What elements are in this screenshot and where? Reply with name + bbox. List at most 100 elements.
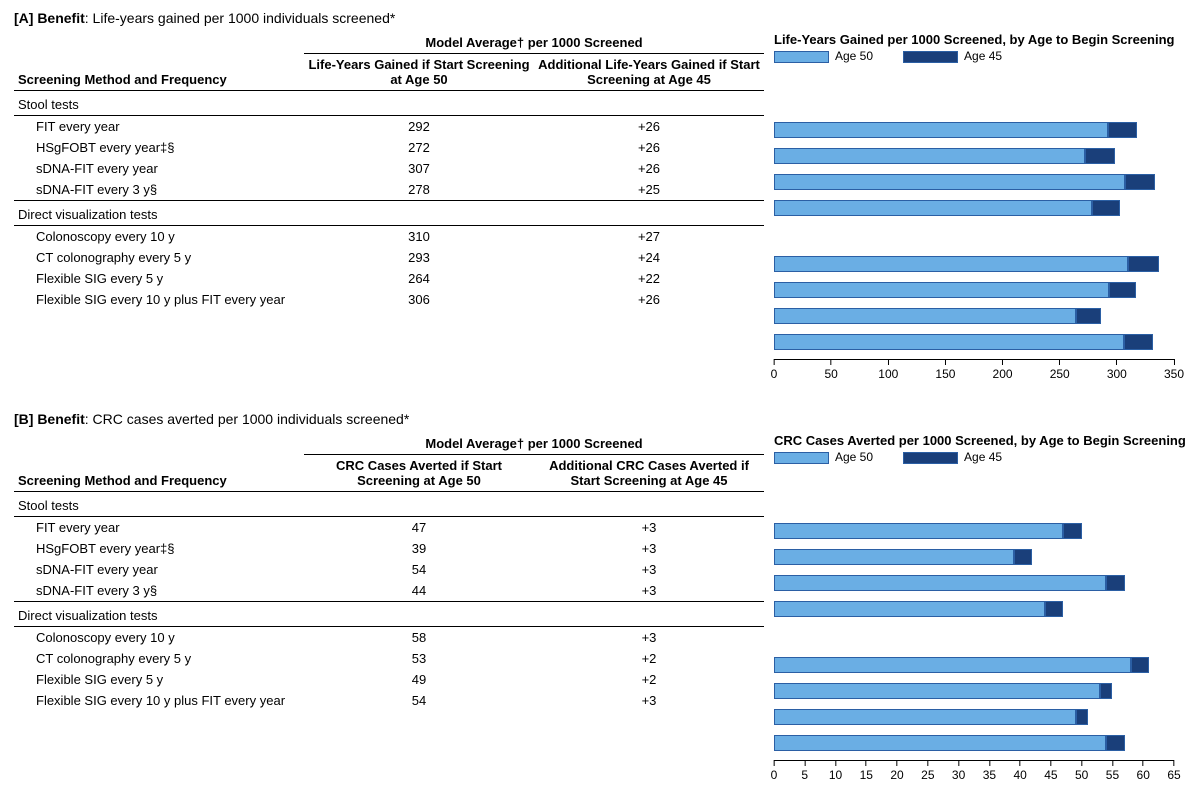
panel-b-title-rest: : CRC cases averted per 1000 individuals… bbox=[85, 411, 410, 427]
bar-age45 bbox=[1100, 683, 1112, 699]
bar-row bbox=[774, 652, 1186, 678]
panel-b-col-method: Screening Method and Frequency bbox=[14, 455, 304, 492]
panel-a-chart: Life-Years Gained per 1000 Screened, by … bbox=[764, 32, 1186, 393]
panel-b-title-prefix: [B] Benefit bbox=[14, 411, 85, 427]
panel-b-legend: Age 50 Age 45 bbox=[774, 450, 1186, 464]
table-row: Flexible SIG every 10 y plus FIT every y… bbox=[14, 690, 764, 711]
panel-b-axis: 05101520253035404550556065 bbox=[774, 760, 1174, 794]
axis-tick: 45 bbox=[1044, 760, 1057, 782]
bar-row bbox=[774, 518, 1186, 544]
bar-age45 bbox=[1063, 523, 1081, 539]
axis-tick: 200 bbox=[993, 359, 1013, 381]
bar-row bbox=[774, 117, 1186, 143]
bar-age45 bbox=[1124, 334, 1154, 350]
panel-b-chart: CRC Cases Averted per 1000 Screened, by … bbox=[764, 433, 1186, 794]
bar-row bbox=[774, 570, 1186, 596]
bar-age50 bbox=[774, 282, 1109, 298]
bar-age50 bbox=[774, 148, 1085, 164]
bar-age50 bbox=[774, 200, 1092, 216]
table-row: sDNA-FIT every year54+3 bbox=[14, 559, 764, 580]
bar-age50 bbox=[774, 601, 1045, 617]
panel-a-col-method: Screening Method and Frequency bbox=[14, 54, 304, 91]
bar-age45 bbox=[1106, 735, 1124, 751]
axis-tick: 0 bbox=[771, 760, 778, 782]
legend-age45: Age 45 bbox=[964, 49, 1002, 63]
table-row: Colonoscopy every 10 y310+27 bbox=[14, 226, 764, 248]
bar-age50 bbox=[774, 735, 1106, 751]
axis-tick: 50 bbox=[824, 359, 837, 381]
axis-tick: 300 bbox=[1107, 359, 1127, 381]
panel-b-table: Model Average† per 1000 Screened Screeni… bbox=[14, 433, 764, 711]
bar-row bbox=[774, 596, 1186, 622]
bar-age50 bbox=[774, 256, 1128, 272]
axis-tick: 30 bbox=[952, 760, 965, 782]
bar-row bbox=[774, 544, 1186, 570]
swatch-age50-icon bbox=[774, 51, 829, 63]
axis-tick: 20 bbox=[890, 760, 903, 782]
axis-tick: 5 bbox=[801, 760, 808, 782]
axis-tick: 35 bbox=[983, 760, 996, 782]
bar-age50 bbox=[774, 657, 1131, 673]
swatch-age45-icon bbox=[903, 51, 958, 63]
table-row: sDNA-FIT every year307+26 bbox=[14, 158, 764, 179]
bar-age45 bbox=[1045, 601, 1063, 617]
axis-tick: 10 bbox=[829, 760, 842, 782]
bar-age45 bbox=[1125, 174, 1155, 190]
bar-age45 bbox=[1128, 256, 1159, 272]
table-row: FIT every year292+26 bbox=[14, 116, 764, 138]
table-row: sDNA-FIT every 3 y§44+3 bbox=[14, 580, 764, 602]
legend-age50: Age 50 bbox=[835, 49, 873, 63]
panel-b-chart-title: CRC Cases Averted per 1000 Screened, by … bbox=[774, 433, 1186, 448]
bar-age50 bbox=[774, 575, 1106, 591]
panel-a-title: [A] Benefit: Life-years gained per 1000 … bbox=[14, 10, 1186, 26]
bar-row bbox=[774, 251, 1186, 277]
axis-tick: 55 bbox=[1106, 760, 1119, 782]
axis-tick: 0 bbox=[771, 359, 778, 381]
table-row: CT colonography every 5 y293+24 bbox=[14, 247, 764, 268]
bar-age50 bbox=[774, 334, 1124, 350]
bar-age50 bbox=[774, 174, 1125, 190]
axis-tick: 40 bbox=[1013, 760, 1026, 782]
panel-a-table: Model Average† per 1000 Screened Screeni… bbox=[14, 32, 764, 310]
bar-age45 bbox=[1108, 122, 1138, 138]
axis-tick: 15 bbox=[860, 760, 873, 782]
panel-a-title-rest: : Life-years gained per 1000 individuals… bbox=[85, 10, 396, 26]
bar-row bbox=[774, 303, 1186, 329]
table-row: Flexible SIG every 10 y plus FIT every y… bbox=[14, 289, 764, 310]
panel-b-superheader: Model Average† per 1000 Screened bbox=[304, 433, 764, 455]
bar-row bbox=[774, 329, 1186, 355]
bar-row bbox=[774, 704, 1186, 730]
panel-a-col2: Additional Life-Years Gained if Start Sc… bbox=[534, 54, 764, 91]
panel-a-title-prefix: [A] Benefit bbox=[14, 10, 85, 26]
bar-age50 bbox=[774, 308, 1076, 324]
panel-b-group1: Stool tests bbox=[14, 492, 764, 517]
bar-row bbox=[774, 678, 1186, 704]
axis-tick: 150 bbox=[935, 359, 955, 381]
panel-a: [A] Benefit: Life-years gained per 1000 … bbox=[14, 10, 1186, 393]
axis-tick: 50 bbox=[1075, 760, 1088, 782]
bar-age50 bbox=[774, 122, 1108, 138]
panel-b-col2: Additional CRC Cases Averted if Start Sc… bbox=[534, 455, 764, 492]
panel-b-col1: CRC Cases Averted if Start Screening at … bbox=[304, 455, 534, 492]
axis-tick: 60 bbox=[1137, 760, 1150, 782]
panel-b-group2: Direct visualization tests bbox=[14, 602, 764, 627]
panel-a-group1: Stool tests bbox=[14, 91, 764, 116]
axis-tick: 250 bbox=[1050, 359, 1070, 381]
bar-age45 bbox=[1076, 709, 1088, 725]
swatch-age50-icon bbox=[774, 452, 829, 464]
table-row: HSgFOBT every year‡§272+26 bbox=[14, 137, 764, 158]
axis-tick: 350 bbox=[1164, 359, 1184, 381]
bar-age45 bbox=[1109, 282, 1136, 298]
bar-age45 bbox=[1092, 200, 1121, 216]
table-row: Flexible SIG every 5 y49+2 bbox=[14, 669, 764, 690]
table-row: HSgFOBT every year‡§39+3 bbox=[14, 538, 764, 559]
panel-b-title: [B] Benefit: CRC cases averted per 1000 … bbox=[14, 411, 1186, 427]
legend-age45: Age 45 bbox=[964, 450, 1002, 464]
bar-row bbox=[774, 730, 1186, 756]
bar-row bbox=[774, 143, 1186, 169]
legend-age50: Age 50 bbox=[835, 450, 873, 464]
panel-a-legend: Age 50 Age 45 bbox=[774, 49, 1186, 63]
bar-age50 bbox=[774, 523, 1063, 539]
axis-tick: 100 bbox=[878, 359, 898, 381]
bar-age45 bbox=[1106, 575, 1124, 591]
